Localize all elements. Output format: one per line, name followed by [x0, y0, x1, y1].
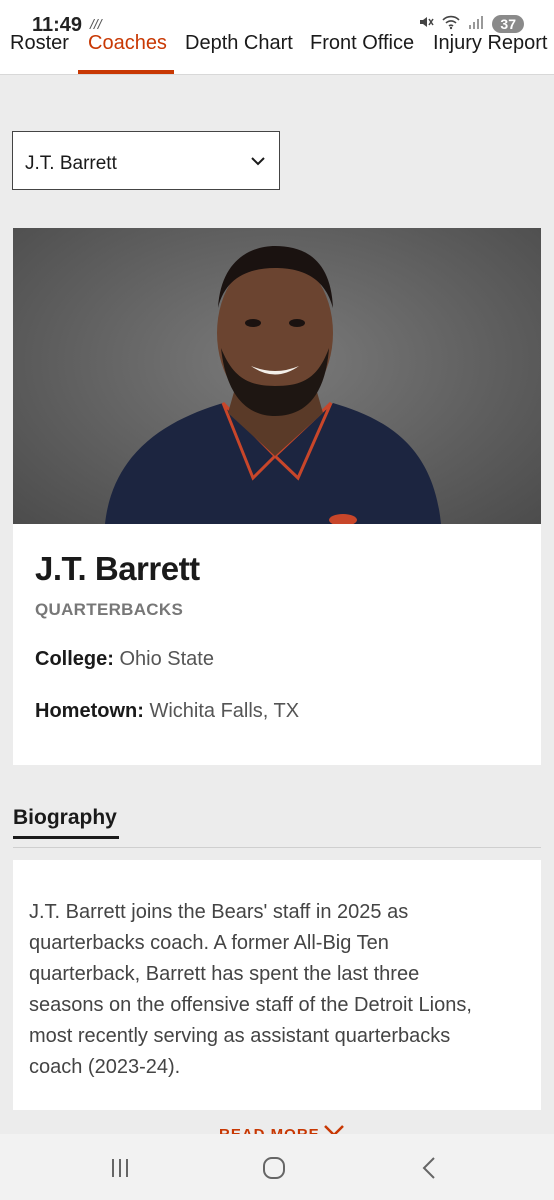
signal-icon — [468, 14, 484, 34]
mute-icon — [418, 14, 435, 34]
biography-tab-indicator — [13, 836, 119, 839]
wifi-icon — [442, 14, 461, 34]
back-icon[interactable] — [414, 1152, 446, 1184]
tab-depth-chart[interactable]: Depth Chart — [185, 32, 293, 55]
recent-apps-icon[interactable] — [104, 1152, 136, 1184]
biography-text: J.T. Barrett joins the Bears' staff in 2… — [29, 901, 472, 1078]
tab-coaches[interactable]: Coaches — [88, 32, 167, 55]
biography-card: J.T. Barrett joins the Bears' staff in 2… — [13, 860, 541, 1110]
tab-injury-report[interactable]: Injury Report — [433, 32, 548, 55]
coach-info-card: J.T. Barrett QUARTERBACKS College: Ohio … — [13, 524, 541, 765]
coach-position: QUARTERBACKS — [35, 600, 184, 619]
college-label: College: — [35, 648, 114, 670]
battery-indicator: 37 — [492, 15, 524, 33]
coach-name: J.T. Barrett — [35, 550, 200, 587]
coach-select-value: J.T. Barrett — [25, 153, 117, 174]
hometown-row: Hometown: Wichita Falls, TX — [35, 700, 299, 723]
tab-front-office[interactable]: Front Office — [310, 32, 414, 55]
hometown-value: Wichita Falls, TX — [149, 700, 300, 722]
coach-select[interactable]: J.T. Barrett — [12, 131, 280, 190]
chevron-down-icon — [251, 157, 265, 166]
active-tab-indicator — [78, 70, 174, 74]
coach-photo — [13, 228, 541, 524]
college-row: College: Ohio State — [35, 648, 214, 671]
status-icons: 37 — [418, 14, 524, 34]
android-nav-bar — [0, 1134, 554, 1200]
status-time: 11:49 — [32, 14, 83, 36]
biography-heading[interactable]: Biography — [13, 806, 117, 830]
home-icon[interactable] — [258, 1152, 290, 1184]
divider — [13, 847, 541, 848]
data-activity-icon: /// — [90, 16, 102, 32]
college-value: Ohio State — [119, 648, 214, 670]
hometown-label: Hometown: — [35, 700, 144, 722]
